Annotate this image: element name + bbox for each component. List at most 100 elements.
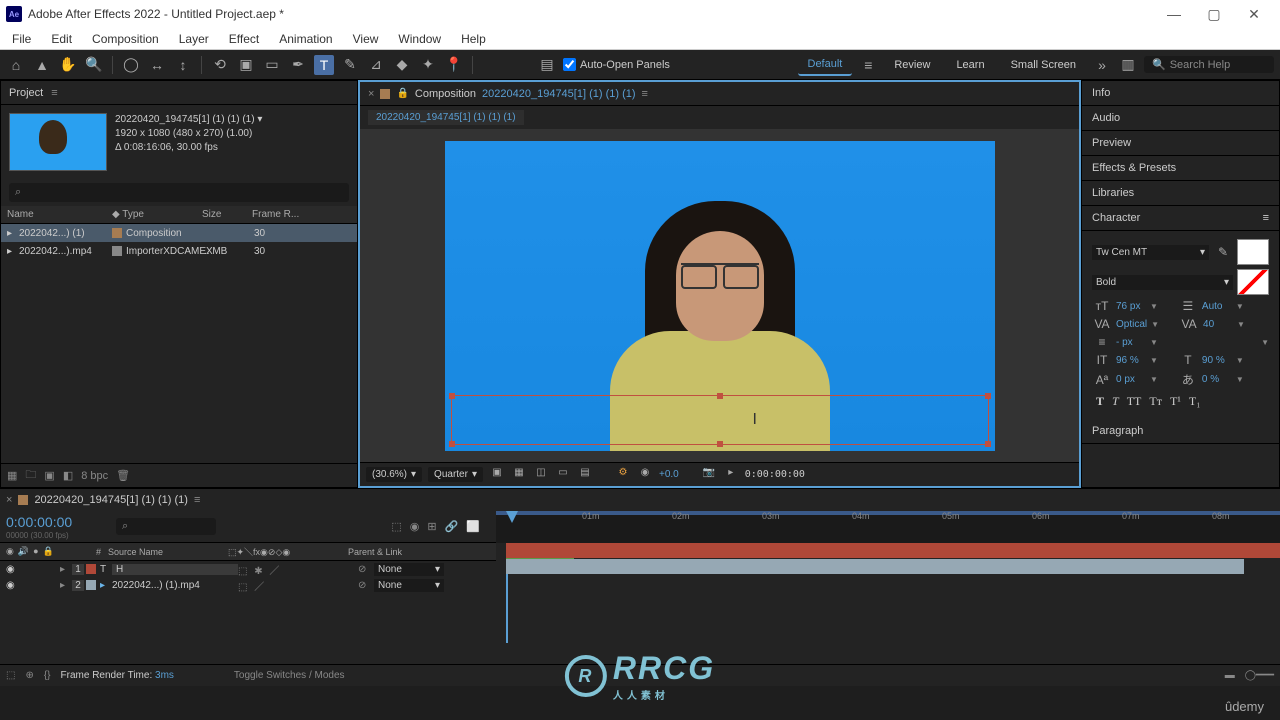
project-item-comp[interactable]: ▸2022042...) (1) Composition 30	[1, 224, 357, 242]
project-tab[interactable]: Project ≡	[1, 81, 357, 105]
dolly-tool[interactable]: ↕	[173, 55, 193, 75]
parent-select-1[interactable]: None▾	[374, 563, 444, 576]
menu-effect[interactable]: Effect	[221, 30, 267, 48]
selection-tool[interactable]: ▲	[32, 55, 52, 75]
pan-tool[interactable]: ↔	[147, 55, 167, 75]
channel-icon[interactable]: ⚙	[615, 467, 631, 483]
close-button[interactable]: ✕	[1234, 6, 1274, 23]
fill-color-swatch[interactable]	[1237, 239, 1269, 265]
share-icon[interactable]: ▥	[1118, 55, 1138, 75]
libraries-panel[interactable]: Libraries	[1082, 181, 1279, 206]
bold-button[interactable]: T	[1096, 394, 1104, 409]
panel-icon[interactable]: ▤	[537, 55, 557, 75]
workspace-default[interactable]: Default	[798, 54, 853, 76]
kerning-select[interactable]: Optical	[1116, 319, 1147, 330]
viewer[interactable]: I	[360, 129, 1079, 462]
visibility-icon[interactable]: ◉	[6, 580, 20, 591]
playhead[interactable]	[506, 511, 518, 523]
project-thumbnail[interactable]	[9, 113, 107, 171]
info-panel[interactable]: Info	[1082, 81, 1279, 106]
home-tool[interactable]: ⌂	[6, 55, 26, 75]
menu-help[interactable]: Help	[453, 30, 494, 48]
lock-icon[interactable]: 🔒	[396, 88, 408, 99]
zoom-select[interactable]: (30.6%) ▾	[366, 467, 422, 482]
visibility-icon[interactable]: ◉	[6, 564, 20, 575]
layer-row-1[interactable]: ◉ ▸1 T H ⬚ ✱ ／ ⊘ None▾	[0, 561, 496, 577]
stroke-width-input[interactable]: - px	[1116, 337, 1146, 348]
rotation-tool[interactable]: ⟲	[210, 55, 230, 75]
grid-icon[interactable]: ▦	[511, 467, 527, 483]
type-tool[interactable]: T	[314, 55, 334, 75]
tsume-input[interactable]: 0 %	[1202, 374, 1232, 385]
anchor-tool[interactable]: ▣	[236, 55, 256, 75]
tracking-input[interactable]: 40	[1203, 319, 1233, 330]
interpret-icon[interactable]: ▦	[7, 469, 17, 482]
current-time-display[interactable]: 0:00:00:0000000 (30.00 fps)	[6, 514, 116, 540]
pen-tool[interactable]: ✒	[288, 55, 308, 75]
hand-tool[interactable]: ✋	[58, 55, 78, 75]
leading-input[interactable]: Auto	[1202, 301, 1232, 312]
audio-panel[interactable]: Audio	[1082, 106, 1279, 131]
blend-icon[interactable]: 🔗	[445, 520, 459, 533]
menu-composition[interactable]: Composition	[84, 30, 167, 48]
camera-icon[interactable]: ▣	[489, 467, 505, 483]
orbit-tool[interactable]: ◯	[121, 55, 141, 75]
mask-icon[interactable]: ◫	[533, 467, 549, 483]
blur-icon[interactable]: ◉	[410, 520, 420, 533]
show-snapshot-icon[interactable]: ▸	[723, 467, 739, 483]
footage-tab[interactable]: 20220420_194745[1] (1) (1) (1)	[368, 110, 524, 125]
bpc-button[interactable]: 8 bpc	[81, 470, 108, 482]
toggle-switches-button[interactable]: Toggle Switches / Modes	[234, 670, 345, 681]
current-time[interactable]: 0:00:00:00	[745, 469, 805, 480]
menu-view[interactable]: View	[345, 30, 387, 48]
render-icon[interactable]: ⬜	[466, 520, 480, 533]
puppet-tool[interactable]: 📍	[444, 55, 464, 75]
trash-icon[interactable]: 🗑	[116, 469, 130, 482]
comp-tab[interactable]: × 🔒 Composition 20220420_194745[1] (1) (…	[360, 82, 1079, 106]
subscript-button[interactable]: T₁	[1189, 394, 1201, 409]
menu-window[interactable]: Window	[390, 30, 449, 48]
font-size-input[interactable]: 76 px	[1116, 301, 1146, 312]
eraser-tool[interactable]: ◆	[392, 55, 412, 75]
timeline-tab[interactable]: ×20220420_194745[1] (1) (1) (1)≡	[0, 489, 1280, 511]
adjust-icon[interactable]: ◧	[63, 469, 73, 482]
smallcaps-button[interactable]: Tт	[1149, 394, 1162, 409]
project-item-footage[interactable]: ▸2022042...).mp4 ImporterXDCAMEX .. MB 3…	[1, 242, 357, 260]
character-panel-header[interactable]: Character≡	[1082, 206, 1279, 231]
preview-panel[interactable]: Preview	[1082, 131, 1279, 156]
snapshot-icon[interactable]: 📷	[701, 467, 717, 483]
region-icon[interactable]: ▭	[555, 467, 571, 483]
search-help-input[interactable]: 🔍 Search Help	[1144, 56, 1274, 73]
workspace-smallscreen[interactable]: Small Screen	[1001, 55, 1086, 75]
rect-tool[interactable]: ▭	[262, 55, 282, 75]
new-comp-icon[interactable]: ▣	[44, 469, 54, 482]
brush-tool[interactable]: ✎	[340, 55, 360, 75]
layer-row-2[interactable]: ◉ ▸2 ▸ 2022042...) (1).mp4 ⬚ ／ ⊘ None▾	[0, 577, 496, 593]
menu-animation[interactable]: Animation	[271, 30, 340, 48]
roto-tool[interactable]: ✦	[418, 55, 438, 75]
graph-icon[interactable]: ⊞	[427, 520, 436, 533]
color-mgmt-icon[interactable]: ◉	[637, 467, 653, 483]
workspace-review[interactable]: Review	[884, 55, 940, 75]
parent-select-2[interactable]: None▾	[374, 579, 444, 592]
resolution-select[interactable]: Quarter ▾	[428, 467, 483, 482]
hscale-input[interactable]: 90 %	[1202, 355, 1232, 366]
effects-panel[interactable]: Effects & Presets	[1082, 156, 1279, 181]
paragraph-panel[interactable]: Paragraph	[1082, 419, 1279, 444]
close-tab-icon[interactable]: ×	[368, 88, 374, 100]
shy-icon[interactable]: ⬚	[391, 520, 401, 533]
zoom-slider[interactable]: ◯━━━	[1245, 670, 1274, 681]
layer-bar-2[interactable]	[506, 559, 1244, 574]
folder-icon[interactable]: 🗀	[25, 466, 36, 485]
text-layer-bounds[interactable]	[451, 395, 989, 445]
brace2-icon[interactable]: {}	[44, 670, 51, 681]
timeline-search[interactable]: ⌕	[116, 518, 216, 535]
transparency-icon[interactable]: ▤	[577, 467, 593, 483]
brace-icon[interactable]: ⊕	[25, 670, 33, 681]
allcaps-button[interactable]: TT	[1127, 394, 1142, 409]
baseline-input[interactable]: 0 px	[1116, 374, 1146, 385]
font-weight-select[interactable]: Bold▾	[1092, 275, 1233, 290]
italic-button[interactable]: T	[1112, 394, 1119, 409]
clone-tool[interactable]: ⊿	[366, 55, 386, 75]
workspace-overflow-icon[interactable]: »	[1092, 55, 1112, 75]
